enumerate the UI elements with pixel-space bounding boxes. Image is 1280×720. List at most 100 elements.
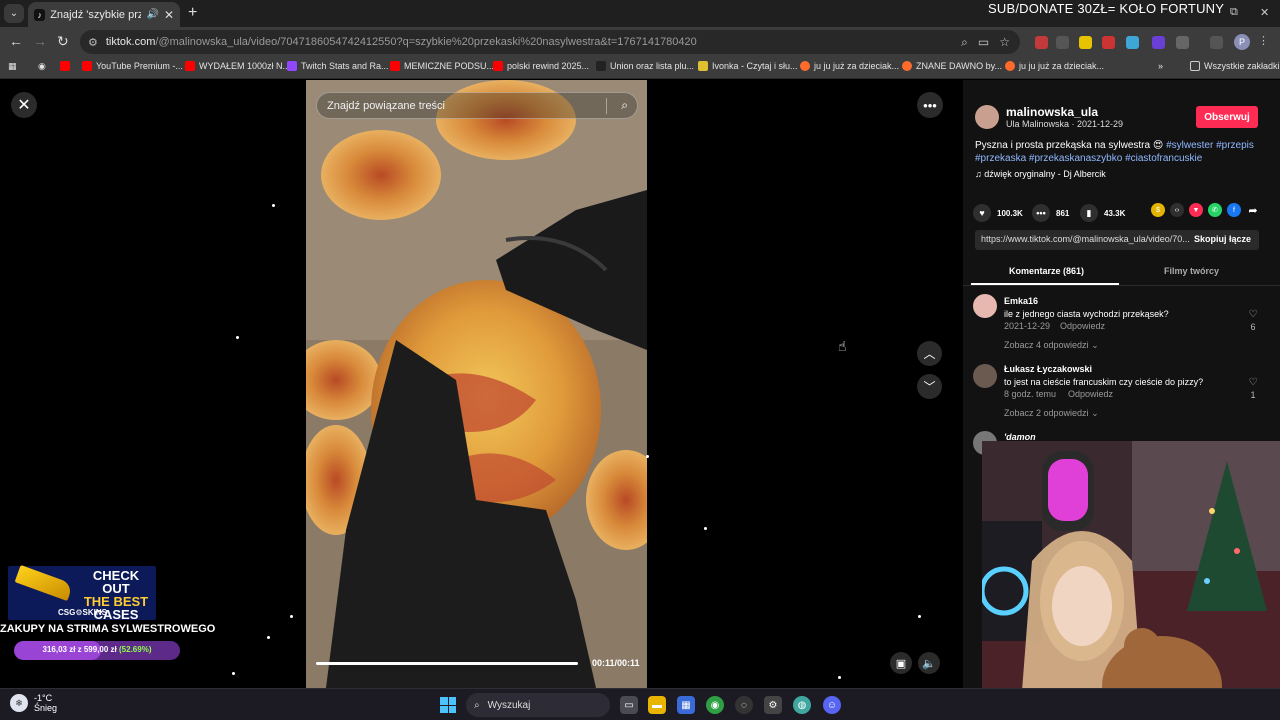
comment-author[interactable]: Łukasz Łyczakowski: [1004, 364, 1092, 374]
speaker-icon[interactable]: 🔊: [146, 9, 158, 20]
comment-icon[interactable]: •••: [1032, 204, 1050, 222]
close-icon[interactable]: ✕: [11, 92, 37, 118]
restore-window-icon[interactable]: ⧉: [1230, 6, 1238, 19]
taskbar-search-label: Wyszukaj: [487, 699, 531, 711]
all-bookmarks-folder[interactable]: Wszystkie zakładki: [1190, 61, 1280, 71]
bookmark-star-icon[interactable]: ☆: [999, 35, 1010, 50]
taskbar-search[interactable]: ⌕ Wyszukaj: [466, 693, 610, 717]
search-icon[interactable]: ⌕: [961, 35, 968, 50]
snow-particle: [646, 455, 649, 458]
app-icon[interactable]: ◍: [793, 696, 811, 714]
store-icon[interactable]: ▦: [677, 696, 695, 714]
profile-avatar[interactable]: P: [1234, 34, 1250, 50]
extensions-puzzle-icon[interactable]: [1176, 36, 1189, 49]
tab-creator-videos[interactable]: Filmy twórcy: [1164, 266, 1219, 276]
sound-link[interactable]: ♫ dźwięk oryginalny - Dj Albercik: [975, 169, 1106, 179]
bookmark-item[interactable]: MEMICZNE PODSU...: [390, 61, 494, 71]
extension-icon[interactable]: [1126, 36, 1139, 49]
weather-widget[interactable]: ❄ -1°C Śnieg: [10, 693, 57, 713]
share-arrow-icon[interactable]: ➦: [1246, 203, 1260, 217]
tab-search-icon[interactable]: ⌄: [4, 4, 24, 23]
view-replies-link[interactable]: Zobacz 4 odpowiedzi ⌄: [1004, 340, 1099, 351]
bookmark-item[interactable]: YouTube Premium -...: [82, 61, 183, 71]
site-info-icon[interactable]: ⚙: [88, 36, 98, 49]
task-view-icon[interactable]: ▭: [620, 696, 638, 714]
bookmark-item[interactable]: ZNANE DAWNO by...: [902, 61, 1002, 71]
csgoskins-ad: CHECK OUT THE BEST CASES CSG⚙SKINS: [8, 564, 156, 621]
bookmark-item[interactable]: WYDAŁEM 1000zł N...: [185, 61, 290, 71]
stream-donate-overlay: SUB/DONATE 30ZŁ= KOŁO FORTUNY: [988, 1, 1225, 16]
more-options-icon[interactable]: •••: [917, 92, 943, 118]
bookmark-item[interactable]: ju ju już za dzieciak...: [800, 61, 899, 71]
snow-particle: [290, 615, 293, 618]
extension-icon[interactable]: [1079, 36, 1092, 49]
author-username[interactable]: malinowska_ula: [1006, 105, 1098, 119]
address-bar[interactable]: ⚙ tiktok.com/@malinowska_ula/video/70471…: [80, 30, 1020, 54]
bookmark-item[interactable]: Union oraz lista plu...: [596, 61, 694, 71]
previous-video-icon[interactable]: ︿: [917, 341, 942, 366]
extension-icon[interactable]: [1102, 36, 1115, 49]
back-icon[interactable]: ←: [9, 33, 23, 49]
close-tab-icon[interactable]: ✕: [164, 8, 174, 22]
video-progress-bar[interactable]: [316, 662, 578, 665]
menu-dots-icon[interactable]: ⋮: [1258, 34, 1271, 47]
whatsapp-icon[interactable]: ✆: [1208, 203, 1222, 217]
discord-icon[interactable]: ☺: [823, 696, 841, 714]
like-stat[interactable]: ♥ 100.3K: [973, 204, 1023, 222]
bookmark-item[interactable]: ju ju już za dzieciak...: [1005, 61, 1104, 71]
chevron-right-icon[interactable]: »: [1158, 61, 1163, 71]
heart-icon[interactable]: ♥: [973, 204, 991, 222]
video-frame-image: [306, 80, 647, 688]
close-window-icon[interactable]: ✕: [1260, 6, 1269, 19]
author-avatar[interactable]: [975, 105, 999, 129]
chrome-icon[interactable]: ◉: [706, 696, 724, 714]
send-share-icon[interactable]: ▼: [1189, 203, 1203, 217]
app-icon[interactable]: ◌: [735, 696, 753, 714]
search-icon[interactable]: ⌕: [621, 98, 628, 113]
bookmark-item[interactable]: Ivonka - Czytaj i słu...: [698, 61, 798, 71]
tab-active[interactable]: ♪ Znajdź 'szybkie przekaski na sylwestra…: [28, 2, 180, 27]
follow-button[interactable]: Obserwuj: [1196, 106, 1258, 128]
commenter-avatar[interactable]: [973, 364, 997, 388]
comment-like-icon[interactable]: ♡: [1246, 377, 1260, 388]
commenter-avatar[interactable]: [973, 294, 997, 318]
video-player[interactable]: [306, 80, 647, 688]
coin-share-icon[interactable]: $: [1151, 203, 1165, 217]
forward-icon[interactable]: →: [33, 33, 47, 49]
new-tab-icon[interactable]: +: [188, 4, 197, 22]
reading-list-icon[interactable]: [1210, 36, 1223, 49]
bookmark-item[interactable]: Twitch Stats and Ra...: [287, 61, 389, 71]
bookmark-icon[interactable]: ▮: [1080, 204, 1098, 222]
settings-gear-icon[interactable]: ⚙: [764, 696, 782, 714]
comment-like-count: 6: [1250, 322, 1256, 332]
comment-author[interactable]: Emka16: [1004, 296, 1038, 306]
comment-like-icon[interactable]: ♡: [1246, 309, 1260, 320]
bookmark-item[interactable]: polski rewind 2025...: [493, 61, 589, 71]
streamer-webcam: [982, 441, 1280, 720]
tab-comments[interactable]: Komentarze (861): [1009, 266, 1084, 276]
extension-icon[interactable]: [1056, 36, 1069, 49]
file-explorer-icon[interactable]: ▬: [648, 696, 666, 714]
embed-icon[interactable]: ‹›: [1170, 203, 1184, 217]
next-video-icon[interactable]: ﹀: [917, 374, 942, 399]
bookmark-youtube-icon[interactable]: [60, 61, 70, 71]
reload-icon[interactable]: ↻: [57, 33, 69, 50]
facebook-icon[interactable]: f: [1227, 203, 1241, 217]
cast-icon[interactable]: ▭: [978, 35, 989, 50]
copy-link-button[interactable]: Skopiuj łącze: [1194, 234, 1251, 244]
bookmark-globe-icon[interactable]: ◉: [38, 61, 46, 72]
view-replies-link[interactable]: Zobacz 2 odpowiedzi ⌄: [1004, 408, 1099, 419]
volume-icon[interactable]: 🔈: [918, 652, 940, 674]
start-windows-icon[interactable]: [440, 697, 456, 713]
reply-link[interactable]: Odpowiedz: [1060, 321, 1105, 331]
extension-icon[interactable]: [1035, 36, 1048, 49]
goal-title: ZAKUPY NA STRIMA SYLWESTROWEGO: [0, 623, 216, 635]
reply-link[interactable]: Odpowiedz: [1068, 389, 1113, 399]
comment-stat[interactable]: ••• 861: [1032, 204, 1069, 222]
related-search-input[interactable]: Znajdź powiązane treści ⌕: [316, 92, 638, 119]
apps-grid-icon[interactable]: ▦: [8, 61, 17, 72]
save-stat[interactable]: ▮ 43.3K: [1080, 204, 1125, 222]
floating-player-icon[interactable]: ▣: [890, 652, 912, 674]
snow-particle: [267, 636, 270, 639]
extension-icon[interactable]: [1152, 36, 1165, 49]
